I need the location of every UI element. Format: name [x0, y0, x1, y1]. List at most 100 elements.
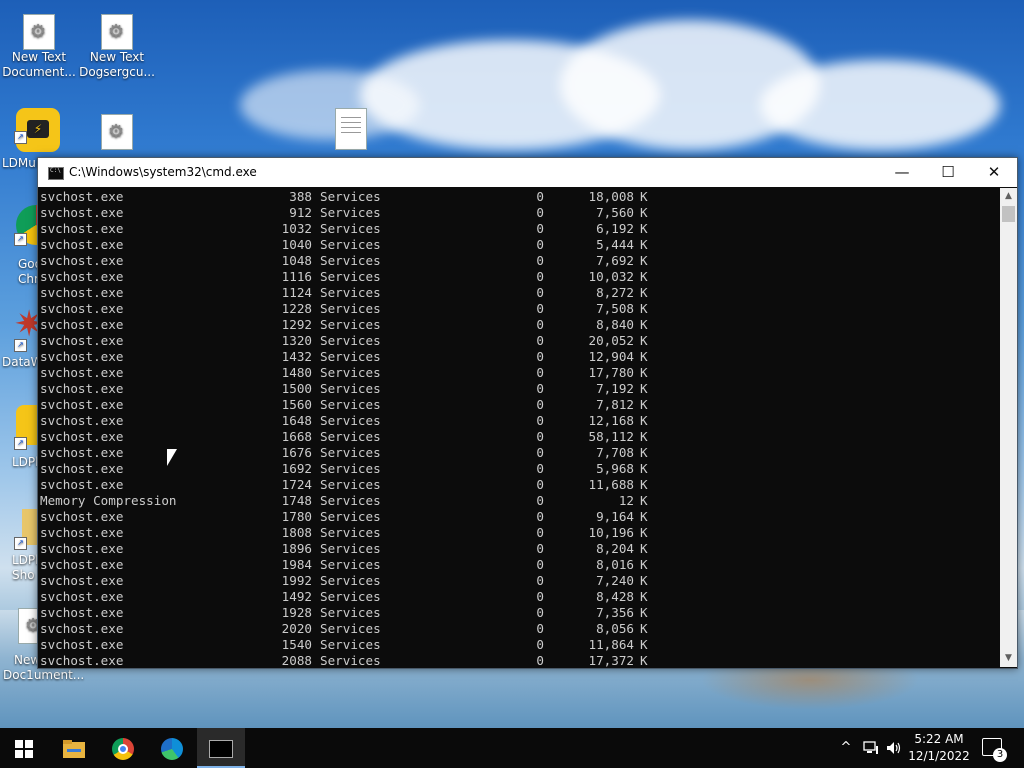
console-pid: 1480 — [281, 365, 312, 380]
taskbar-chrome[interactable] — [99, 728, 147, 768]
vertical-scrollbar[interactable]: ▲ ▼ — [1000, 188, 1017, 667]
console-session: Services — [320, 445, 381, 460]
network-icon[interactable] — [861, 728, 881, 768]
console-session: Services — [320, 573, 381, 588]
cmd-icon — [48, 167, 64, 180]
console-pid: 1648 — [281, 413, 312, 428]
console-mem: 8,056 — [596, 621, 634, 636]
console-mem: 6,192 — [596, 221, 634, 236]
console-unit: K — [640, 413, 648, 428]
scroll-up-icon[interactable]: ▲ — [1000, 188, 1017, 205]
console-unit: K — [640, 541, 648, 556]
console-pid: 1048 — [281, 253, 312, 268]
scrollbar-thumb[interactable] — [1002, 206, 1015, 222]
console-session: Services — [320, 509, 381, 524]
console-unit: K — [640, 253, 648, 268]
console-pid: 1668 — [281, 429, 312, 444]
tray-overflow-chevron[interactable]: ^ — [838, 728, 854, 768]
taskbar-cmd[interactable] — [197, 728, 245, 768]
text-document-icon: ⚙ — [101, 14, 133, 50]
console-session: Services — [320, 237, 381, 252]
console-name: svchost.exe — [40, 317, 124, 332]
console-session: Services — [320, 493, 381, 508]
system-clock[interactable]: 5:22 AM 12/1/2022 — [906, 731, 972, 765]
console-pid: 1116 — [281, 269, 312, 284]
console-num: 0 — [536, 493, 544, 508]
console-mem: 7,560 — [596, 205, 634, 220]
scroll-down-icon[interactable]: ▼ — [1000, 650, 1017, 667]
console-unit: K — [640, 573, 648, 588]
volume-icon[interactable] — [884, 728, 904, 768]
console-session: Services — [320, 189, 381, 204]
console-unit: K — [640, 397, 648, 412]
console-num: 0 — [536, 205, 544, 220]
cmd-window[interactable]: C:\Windows\system32\cmd.exe — ☐ ✕ svchos… — [37, 157, 1018, 669]
window-title: C:\Windows\system32\cmd.exe — [69, 165, 257, 179]
desktop-icon-label: LDPl — [12, 553, 39, 567]
console-session: Services — [320, 285, 381, 300]
console-unit: K — [640, 381, 648, 396]
taskbar: ^ 5:22 AM 12/1/2022 3 — [0, 728, 1024, 768]
console-unit: K — [640, 477, 648, 492]
console-pid: 2020 — [281, 621, 312, 636]
minimize-button[interactable]: — — [879, 158, 925, 187]
console-pid: 1808 — [281, 525, 312, 540]
console-name: svchost.exe — [40, 381, 124, 396]
desktop-icon-new-text-dogsergcu[interactable]: ⚙ New Text Dogsergcu... — [79, 14, 155, 80]
console-pid: 1676 — [281, 445, 312, 460]
cmd-icon — [209, 739, 233, 758]
console-num: 0 — [536, 653, 544, 667]
console-name: svchost.exe — [40, 589, 124, 604]
console-output[interactable]: svchost.exe 388 Services 0 18,008 Ksvchost.ex… — [38, 188, 1000, 667]
console-name: svchost.exe — [40, 189, 124, 204]
console-session: Services — [320, 301, 381, 316]
console-session: Services — [320, 349, 381, 364]
maximize-button[interactable]: ☐ — [925, 158, 971, 187]
console-num: 0 — [536, 397, 544, 412]
console-name: svchost.exe — [40, 461, 124, 476]
console-name: svchost.exe — [40, 637, 124, 652]
console-name: svchost.exe — [40, 269, 124, 284]
console-unit: K — [640, 637, 648, 652]
title-bar[interactable]: C:\Windows\system32\cmd.exe — ☐ ✕ — [38, 158, 1017, 187]
console-pid: 1780 — [281, 509, 312, 524]
close-button[interactable]: ✕ — [971, 158, 1017, 187]
console-mem: 10,032 — [588, 269, 635, 284]
console-name: svchost.exe — [40, 429, 124, 444]
console-mem: 7,812 — [596, 397, 634, 412]
console-num: 0 — [536, 589, 544, 604]
desktop-icon-ldmultiplayer[interactable]: ⚡ ↗ LDMul — [0, 108, 60, 170]
windows-start-icon — [15, 739, 33, 758]
console-session: Services — [320, 253, 381, 268]
console-pid: 1492 — [281, 589, 312, 604]
console-mem: 8,016 — [596, 557, 634, 572]
console-session: Services — [320, 221, 381, 236]
start-button[interactable] — [0, 728, 48, 768]
chrome-icon — [112, 737, 134, 760]
console-unit: K — [640, 301, 648, 316]
console-name: svchost.exe — [40, 301, 124, 316]
console-num: 0 — [536, 317, 544, 332]
console-num: 0 — [536, 573, 544, 588]
console-unit: K — [640, 365, 648, 380]
console-num: 0 — [536, 365, 544, 380]
console-unit: K — [640, 205, 648, 220]
taskbar-edge[interactable] — [148, 728, 196, 768]
desktop-icon-blank-document[interactable] — [313, 108, 389, 150]
clock-date: 12/1/2022 — [908, 749, 970, 763]
desktop-icon-text-document[interactable]: ⚙ — [79, 114, 155, 150]
console-mem: 7,692 — [596, 253, 634, 268]
console-unit: K — [640, 349, 648, 364]
console-pid: 1292 — [281, 317, 312, 332]
console-mem: 17,780 — [588, 365, 635, 380]
console-num: 0 — [536, 445, 544, 460]
desktop-icon-new-text-document[interactable]: ⚙ New Text Document... — [1, 14, 77, 80]
console-pid: 1928 — [281, 605, 312, 620]
console-name: svchost.exe — [40, 413, 124, 428]
file-explorer-icon — [63, 739, 85, 758]
taskbar-file-explorer[interactable] — [50, 728, 98, 768]
console-mem: 5,444 — [596, 237, 634, 252]
console-num: 0 — [536, 285, 544, 300]
console-session: Services — [320, 413, 381, 428]
console-name: svchost.exe — [40, 557, 124, 572]
